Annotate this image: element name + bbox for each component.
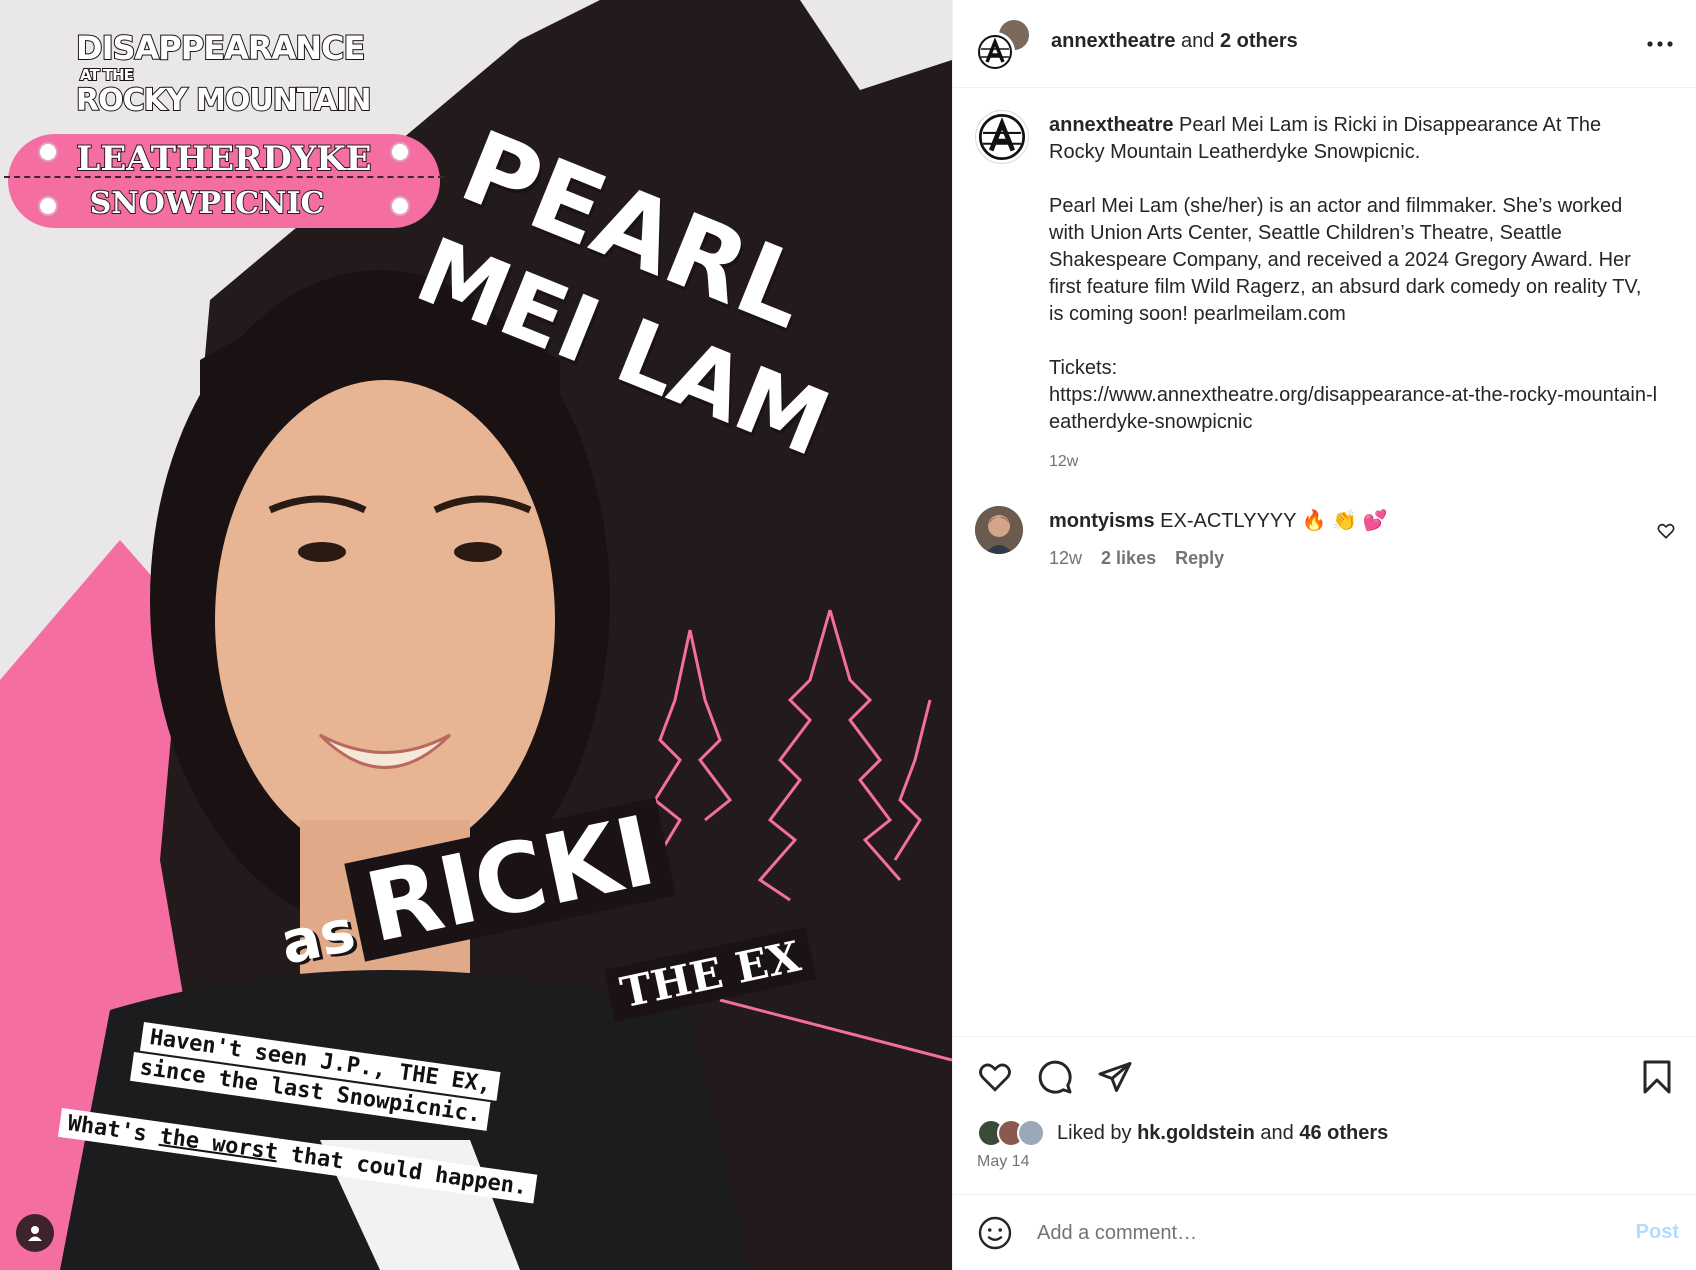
avatar[interactable] xyxy=(975,506,1023,554)
save-button[interactable] xyxy=(1637,1057,1677,1097)
liked-by-others-link[interactable]: 46 others xyxy=(1299,1122,1388,1144)
comment-input[interactable] xyxy=(1037,1215,1597,1251)
heart-icon xyxy=(979,1063,1011,1092)
show-title-line3: ROCKY MOUNTAIN xyxy=(75,83,372,119)
show-title-line2: AT THE xyxy=(79,65,135,85)
tagged-users-button[interactable] xyxy=(16,1214,54,1252)
plaque-line2: SNOWPICNIC xyxy=(89,185,326,222)
post-comment-button[interactable]: Post xyxy=(1636,1221,1679,1244)
like-button[interactable] xyxy=(975,1057,1015,1097)
liked-by-prefix: Liked by xyxy=(1057,1121,1138,1144)
liked-by-mid: and xyxy=(1254,1121,1300,1144)
annex-logo-icon xyxy=(978,35,1012,69)
show-title-plaque: LEATHERDYKE SNOWPICNIC xyxy=(4,134,444,228)
paper-plane-icon xyxy=(1098,1062,1132,1092)
post-image: DISAPPEARANCE AT THE ROCKY MOUNTAIN LEAT… xyxy=(0,0,952,1270)
comment-bubble-icon xyxy=(1038,1060,1072,1094)
commenter-photo xyxy=(975,506,1023,554)
post-header: annextheatre and 2 others xyxy=(953,0,1696,88)
more-options-button[interactable] xyxy=(1647,28,1673,48)
collab-avatars[interactable] xyxy=(975,18,1031,72)
caption-timestamp[interactable]: 12w xyxy=(1049,448,1659,475)
avatar xyxy=(1017,1119,1045,1147)
tickets-url: https://www.annextheatre.org/disappearan… xyxy=(1049,384,1658,433)
caption-bio: Pearl Mei Lam (she/her) is an actor and … xyxy=(1049,195,1642,325)
plaque-rivet xyxy=(390,196,410,216)
show-title-line1: DISAPPEARANCE xyxy=(75,29,366,67)
plaque-rivet xyxy=(38,196,58,216)
comment-text: montyisms EX-ACTLYYYY 🔥 👏 💕 xyxy=(1049,508,1388,533)
add-comment-bar: Post xyxy=(953,1194,1696,1270)
post-date[interactable]: May 14 xyxy=(977,1153,1029,1171)
likes-text: Liked by hk.goldstein and 46 others xyxy=(1057,1122,1388,1145)
annex-logo-icon xyxy=(979,114,1025,160)
author-username-link[interactable]: annextheatre xyxy=(1051,30,1176,52)
liked-by-user-link[interactable]: hk.goldstein xyxy=(1137,1122,1255,1144)
avatar[interactable] xyxy=(975,110,1029,164)
bookmark-icon xyxy=(1643,1060,1671,1094)
post-author-line: annextheatre and 2 others xyxy=(1051,30,1298,53)
comment-likes-link[interactable]: 2 likes xyxy=(1101,548,1156,568)
smiley-icon xyxy=(978,1216,1012,1250)
comment-meta: 12w 2 likes Reply xyxy=(1049,548,1238,569)
show-title: DISAPPEARANCE AT THE ROCKY MOUNTAIN xyxy=(75,29,372,119)
plaque-rivet xyxy=(38,142,58,162)
person-icon xyxy=(28,1226,42,1241)
comment-reply-button[interactable]: Reply xyxy=(1175,548,1224,568)
heart-icon xyxy=(1657,523,1675,539)
comment-like-button[interactable] xyxy=(1657,522,1675,545)
post-details-panel: annextheatre and 2 others annextheatre P… xyxy=(952,0,1696,1270)
likes-summary: Liked by hk.goldstein and 46 others xyxy=(977,1117,1388,1149)
share-button[interactable] xyxy=(1095,1057,1135,1097)
comment-content: EX-ACTLYYYY 🔥 👏 💕 xyxy=(1154,510,1388,532)
caption-username-link[interactable]: annextheatre xyxy=(1049,114,1174,136)
more-horizontal-icon xyxy=(1647,41,1673,47)
post-actions: Liked by hk.goldstein and 46 others May … xyxy=(953,1036,1696,1196)
comment-button[interactable] xyxy=(1035,1057,1075,1097)
tickets-label: Tickets: xyxy=(1049,357,1118,379)
plaque-rivet xyxy=(390,142,410,162)
author-and-text: and xyxy=(1175,30,1220,52)
caption-body: annextheatre Pearl Mei Lam is Ricki in D… xyxy=(1049,112,1659,475)
avatar xyxy=(975,32,1015,72)
plaque-stitch xyxy=(4,176,444,184)
emoji-button[interactable] xyxy=(977,1215,1013,1251)
collaborators-link[interactable]: 2 others xyxy=(1220,30,1298,52)
comment-username-link[interactable]: montyisms xyxy=(1049,510,1155,532)
comment-timestamp[interactable]: 12w xyxy=(1049,548,1082,568)
